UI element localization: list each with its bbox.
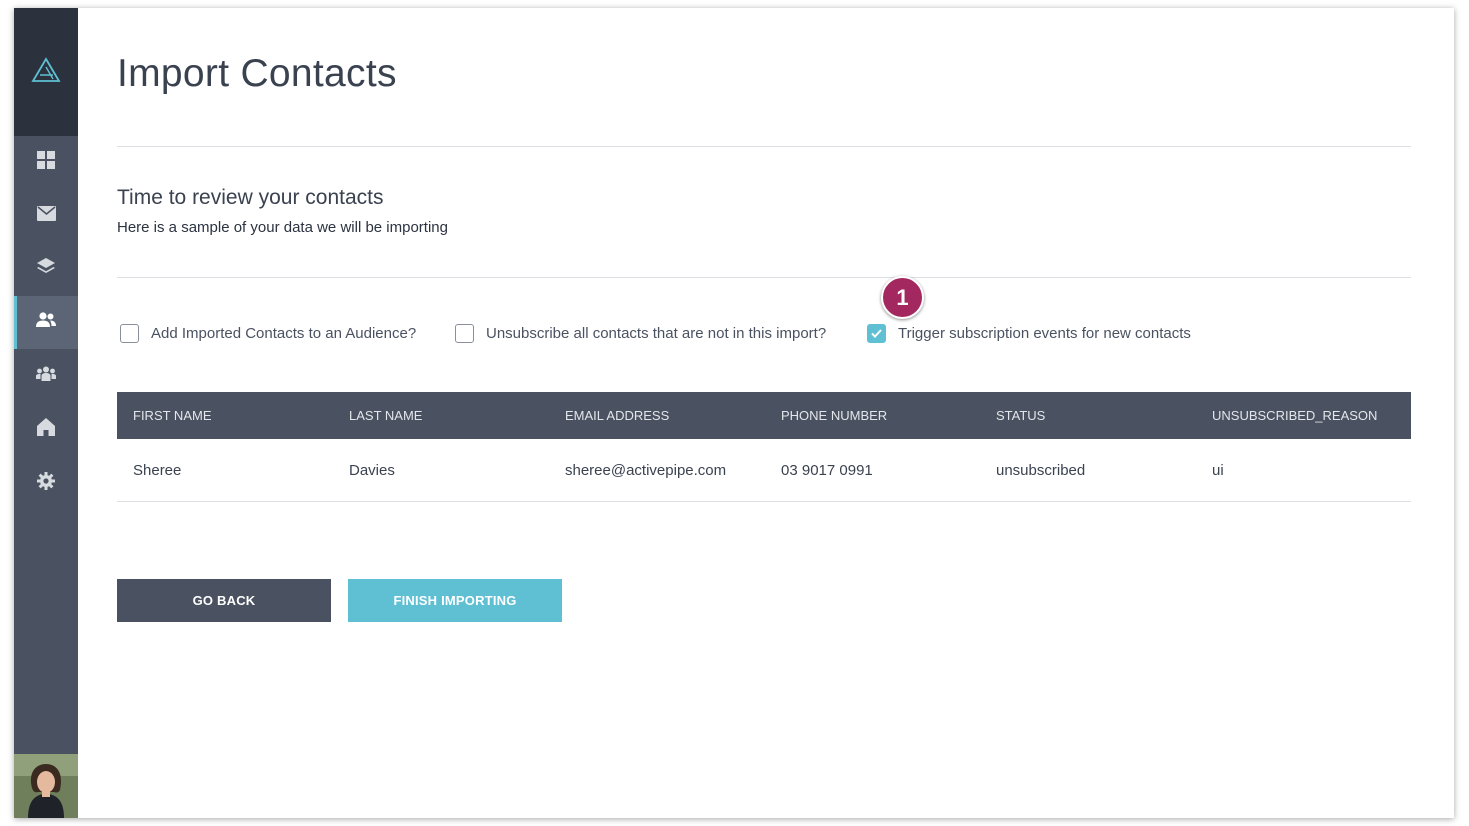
sidebar-item-layers[interactable] [14,242,78,295]
cell-last-name: Davies [349,461,395,479]
unsubscribe-others-checkbox[interactable] [455,324,474,343]
go-back-button[interactable]: GO BACK [117,579,331,622]
sidebar-item-email[interactable] [14,189,78,242]
sidebar [14,8,78,818]
section-divider [117,277,1411,278]
sidebar-item-contacts[interactable] [14,296,78,349]
trigger-events-checkbox[interactable] [867,324,886,343]
column-header-first-name: FIRST NAME [133,408,212,423]
title-divider [117,146,1411,147]
column-header-status: STATUS [996,408,1046,423]
sidebar-item-home[interactable] [14,403,78,456]
home-icon [37,418,55,441]
add-to-audience-option[interactable]: Add Imported Contacts to an Audience? [120,324,416,343]
finish-importing-button[interactable]: FINISH IMPORTING [348,579,562,622]
cell-status: unsubscribed [996,461,1086,479]
column-header-unsubscribed-reason: UNSUBSCRIBED_REASON [1212,408,1378,423]
sidebar-item-audiences[interactable] [14,350,78,403]
add-to-audience-checkbox[interactable] [120,324,139,343]
triangle-logo-icon[interactable] [31,56,61,88]
unsubscribe-others-label[interactable]: Unsubscribe all contacts that are not in… [486,325,826,342]
logo-area [14,8,78,136]
step-badge: 1 [881,276,924,319]
audience-group-icon [36,366,56,387]
trigger-events-option[interactable]: Trigger subscription events for new cont… [867,324,1191,343]
cell-first-name: Sheree [133,461,182,479]
unsubscribe-others-option[interactable]: Unsubscribe all contacts that are not in… [455,324,826,343]
page-title: Import Contacts [117,52,397,95]
app-window: Import Contacts Time to review your cont… [14,8,1454,818]
trigger-events-label[interactable]: Trigger subscription events for new cont… [898,325,1191,342]
contacts-icon [36,312,56,333]
checkmark-icon [871,329,882,338]
column-header-last-name: LAST NAME [349,408,423,423]
table-header: FIRST NAME LAST NAME EMAIL ADDRESS PHONE… [117,392,1411,439]
cell-email: sheree@activepipe.com [565,461,727,479]
avatar[interactable] [14,754,78,818]
add-to-audience-label[interactable]: Add Imported Contacts to an Audience? [151,325,416,342]
sidebar-item-settings[interactable] [14,457,78,510]
contacts-preview-table: FIRST NAME LAST NAME EMAIL ADDRESS PHONE… [117,392,1411,502]
column-header-phone: PHONE NUMBER [781,408,888,423]
column-header-email: EMAIL ADDRESS [565,408,670,423]
cell-unsubscribed-reason: ui [1212,461,1224,479]
layers-icon [37,258,55,279]
section-title: Time to review your contacts [117,186,384,209]
cell-phone: 03 9017 0991 [781,461,873,479]
main-content: Import Contacts Time to review your cont… [78,8,1454,818]
table-row: Sheree Davies sheree@activepipe.com 03 9… [117,439,1411,502]
gear-icon [37,472,55,495]
dashboard-grid-icon [37,151,55,174]
section-subtitle: Here is a sample of your data we will be… [117,219,448,236]
envelope-icon [36,205,56,226]
sidebar-item-dashboard[interactable] [14,136,78,189]
